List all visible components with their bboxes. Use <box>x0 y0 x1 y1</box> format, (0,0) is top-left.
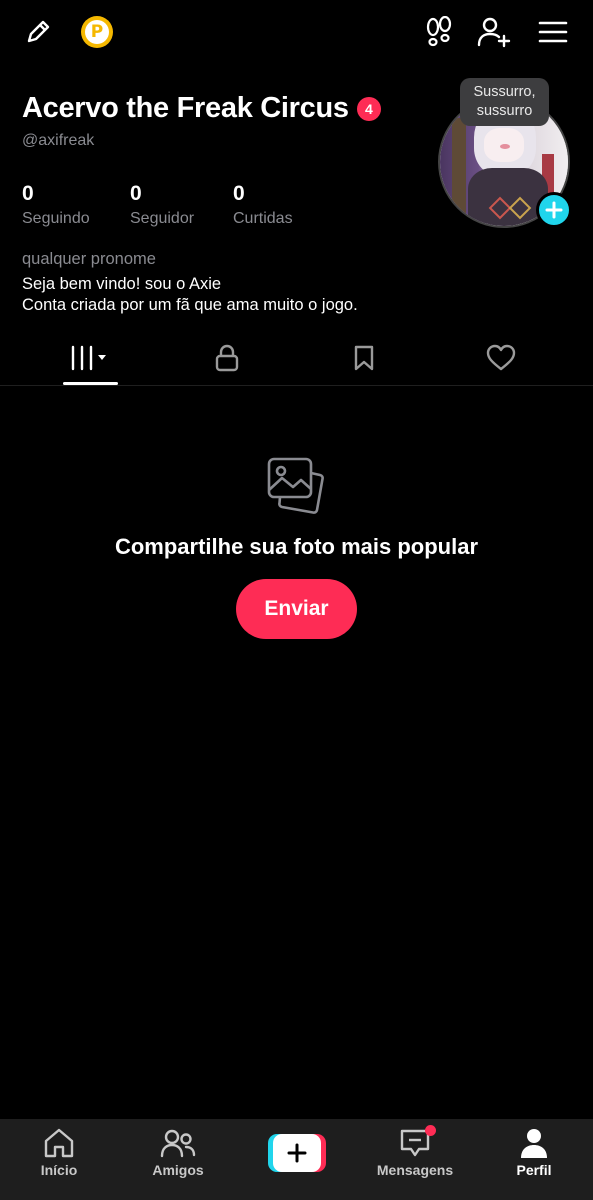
create-button[interactable] <box>268 1134 326 1172</box>
nav-label: Amigos <box>152 1162 204 1178</box>
stat-value: 0 <box>233 182 245 205</box>
photos-icon <box>266 456 326 516</box>
lock-icon <box>214 344 240 377</box>
coin-letter: P <box>85 20 109 44</box>
active-tab-indicator <box>63 382 118 385</box>
add-user-icon[interactable] <box>474 12 514 52</box>
stat-likes[interactable]: 0 Curtidas <box>233 182 293 228</box>
stat-value: 0 <box>130 182 142 205</box>
heart-icon <box>486 344 516 377</box>
tab-saved[interactable] <box>304 336 424 384</box>
pronoun-text: qualquer pronome <box>22 250 156 268</box>
tab-videos[interactable] <box>30 336 150 384</box>
nav-label: Início <box>40 1162 78 1178</box>
empty-state-title: Compartilhe sua foto mais popular <box>114 534 479 559</box>
stat-label: Seguidor <box>130 210 195 227</box>
grid-videos-icon <box>68 344 112 377</box>
bottom-navigation: Início Amigos Mensagens Perfil <box>0 1119 593 1200</box>
bookmark-icon <box>352 344 376 377</box>
nav-friends[interactable]: Amigos <box>119 1127 237 1193</box>
stat-value: 0 <box>22 182 34 205</box>
profile-handle: @axifreak <box>22 132 95 149</box>
notification-badge[interactable]: 4 <box>356 96 381 121</box>
nav-label: Mensagens <box>376 1162 454 1178</box>
profile-icon <box>518 1127 550 1159</box>
stat-following[interactable]: 0 Seguindo <box>22 182 90 228</box>
content-tabs <box>0 336 593 386</box>
nav-home[interactable]: Início <box>0 1127 118 1193</box>
nav-label: Perfil <box>516 1162 552 1178</box>
home-icon <box>42 1127 76 1159</box>
tab-private[interactable] <box>167 336 287 384</box>
stat-label: Seguindo <box>22 210 90 227</box>
bio-line: Seja bem vindo! sou o Axie <box>22 275 222 293</box>
top-bar: P <box>0 0 593 64</box>
add-story-button[interactable] <box>536 192 572 228</box>
stat-followers[interactable]: 0 Seguidor <box>130 182 194 228</box>
coin-icon[interactable]: P <box>77 12 117 52</box>
avatar-tooltip: Sussurro, sussurro <box>460 78 549 126</box>
nav-profile[interactable]: Perfil <box>475 1127 593 1193</box>
friends-icon <box>160 1127 196 1159</box>
stat-label: Curtidas <box>233 210 293 227</box>
nav-messages[interactable]: Mensagens <box>356 1125 474 1193</box>
footprints-icon[interactable] <box>419 12 459 52</box>
tab-liked[interactable] <box>441 336 561 384</box>
bio-line: Conta criada por um fã que ama muito o j… <box>22 296 358 314</box>
upload-button[interactable]: Enviar <box>236 579 357 639</box>
bio: Seja bem vindo! sou o Axie Conta criada … <box>22 274 358 316</box>
messages-icon <box>398 1125 436 1159</box>
hamburger-menu-icon[interactable] <box>533 12 573 52</box>
unread-dot <box>425 1125 436 1136</box>
profile-name-text: Acervo the Freak Circus <box>22 92 349 124</box>
create-plus-icon <box>273 1134 321 1172</box>
pencil-icon[interactable] <box>18 12 58 52</box>
profile-name: Acervo the Freak Circus 4 <box>22 92 381 125</box>
